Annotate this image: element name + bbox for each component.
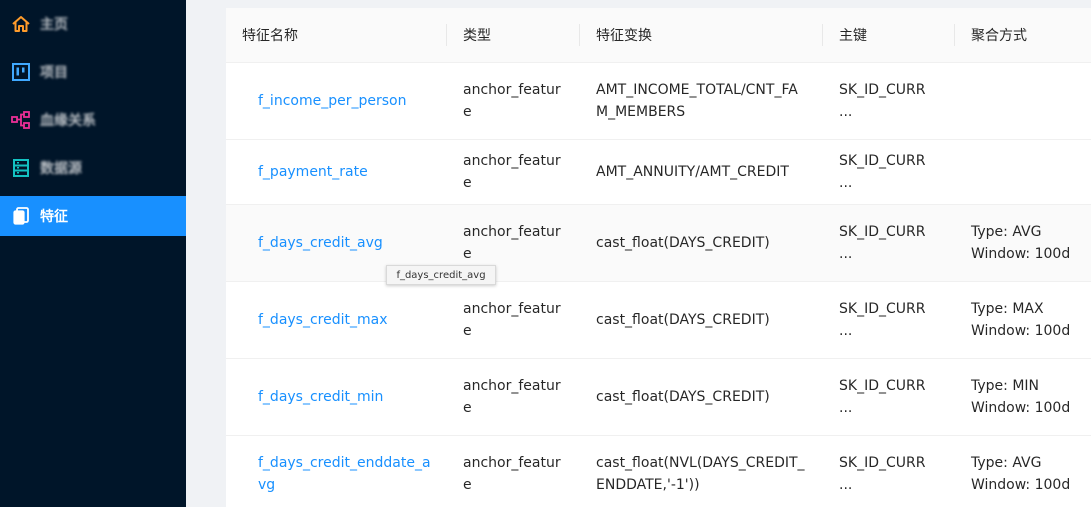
- feature-key-cell: SK_ID_CURR ...: [823, 62, 955, 140]
- feature-type-cell: anchor_feature: [447, 358, 580, 436]
- sidebar: 主页 项目 血缘关系 数据源 特征: [0, 0, 186, 507]
- home-icon: [11, 14, 31, 34]
- sidebar-item-label: 数据源: [40, 161, 82, 177]
- feature-key-cell: SK_ID_CURR ...: [823, 204, 955, 282]
- aggregation-cell: Type: AVG Window: 100d: [955, 435, 1091, 507]
- table-row: f_days_credit_min anchor_feature cast_fl…: [226, 358, 1091, 436]
- feature-name-cell[interactable]: f_days_credit_enddate_avg: [226, 435, 447, 507]
- sidebar-item-datasource[interactable]: 数据源: [0, 148, 186, 188]
- feature-transform-cell: cast_float(DAYS_CREDIT): [580, 358, 823, 436]
- lineage-graph-icon: [11, 110, 31, 130]
- aggregation-cell: Type: MAX Window: 100d: [955, 281, 1091, 359]
- feature-name-cell[interactable]: f_payment_rate: [226, 139, 447, 205]
- feature-name-link[interactable]: f_days_credit_max: [258, 312, 388, 328]
- content-gutter: [186, 0, 226, 507]
- aggregation-cell: [955, 139, 1091, 205]
- table-row: f_income_per_person anchor_feature AMT_I…: [226, 62, 1091, 140]
- feature-name-cell[interactable]: f_days_credit_max: [226, 281, 447, 359]
- feature-type-cell: anchor_feature: [447, 62, 580, 140]
- sidebar-item-label: 血缘关系: [40, 113, 96, 129]
- sidebar-item-lineage[interactable]: 血缘关系: [0, 100, 186, 140]
- feature-name-link[interactable]: f_days_credit_avg: [258, 235, 383, 251]
- feature-name-cell[interactable]: f_days_credit_min: [226, 358, 447, 436]
- feature-name-tooltip: f_days_credit_avg: [386, 265, 496, 285]
- feature-key-cell: SK_ID_CURR ...: [823, 358, 955, 436]
- feature-copy-icon: [11, 206, 31, 226]
- feature-transform-cell: AMT_ANNUITY/AMT_CREDIT: [580, 139, 823, 205]
- feature-table: 特征名称 类型 特征变换 主键 聚合方式 f_income_per_person…: [226, 8, 1091, 507]
- feature-name-link[interactable]: f_days_credit_min: [258, 389, 383, 405]
- feature-key-cell: SK_ID_CURR ...: [823, 435, 955, 507]
- column-header-transform[interactable]: 特征变换: [580, 8, 823, 63]
- column-header-type[interactable]: 类型: [447, 8, 580, 63]
- project-board-icon: [11, 62, 31, 82]
- column-header-feature-name[interactable]: 特征名称: [226, 8, 447, 63]
- aggregation-cell: Type: MIN Window: 100d: [955, 358, 1091, 436]
- feature-name-cell[interactable]: f_income_per_person: [226, 62, 447, 140]
- feature-transform-cell: cast_float(DAYS_CREDIT): [580, 281, 823, 359]
- sidebar-item-label: 项目: [40, 65, 68, 81]
- feature-name-link[interactable]: f_income_per_person: [258, 93, 406, 109]
- aggregation-cell: Type: AVG Window: 100d: [955, 204, 1091, 282]
- table-row: f_payment_rate anchor_feature AMT_ANNUIT…: [226, 139, 1091, 205]
- datasource-icon: [11, 158, 31, 178]
- feature-key-cell: SK_ID_CURR ...: [823, 281, 955, 359]
- feature-transform-cell: cast_float(NVL(DAYS_CREDIT_ENDDATE,'-1')…: [580, 435, 823, 507]
- table-row: f_days_credit_max anchor_feature cast_fl…: [226, 281, 1091, 359]
- feature-type-cell: anchor_feature: [447, 281, 580, 359]
- table-row: f_days_credit_avg anchor_feature cast_fl…: [226, 204, 1091, 282]
- table-row: f_days_credit_enddate_avg anchor_feature…: [226, 435, 1091, 507]
- feature-key-cell: SK_ID_CURR ...: [823, 139, 955, 205]
- aggregation-cell: [955, 62, 1091, 140]
- feature-transform-cell: AMT_INCOME_TOTAL/CNT_FAM_MEMBERS: [580, 62, 823, 140]
- feature-type-cell: anchor_feature: [447, 139, 580, 205]
- feature-name-link[interactable]: f_payment_rate: [258, 164, 368, 180]
- sidebar-item-project[interactable]: 项目: [0, 52, 186, 92]
- feature-type-cell: anchor_feature: [447, 435, 580, 507]
- sidebar-item-label: 特征: [40, 209, 68, 225]
- column-header-aggregation[interactable]: 聚合方式: [955, 8, 1091, 63]
- sidebar-item-feature[interactable]: 特征: [0, 196, 186, 236]
- table-header-row: 特征名称 类型 特征变换 主键 聚合方式: [226, 8, 1091, 63]
- sidebar-item-home[interactable]: 主页: [0, 4, 186, 44]
- column-header-key[interactable]: 主键: [823, 8, 955, 63]
- sidebar-item-label: 主页: [40, 17, 68, 33]
- feature-name-link[interactable]: f_days_credit_enddate_avg: [258, 455, 431, 493]
- feature-transform-cell: cast_float(DAYS_CREDIT): [580, 204, 823, 282]
